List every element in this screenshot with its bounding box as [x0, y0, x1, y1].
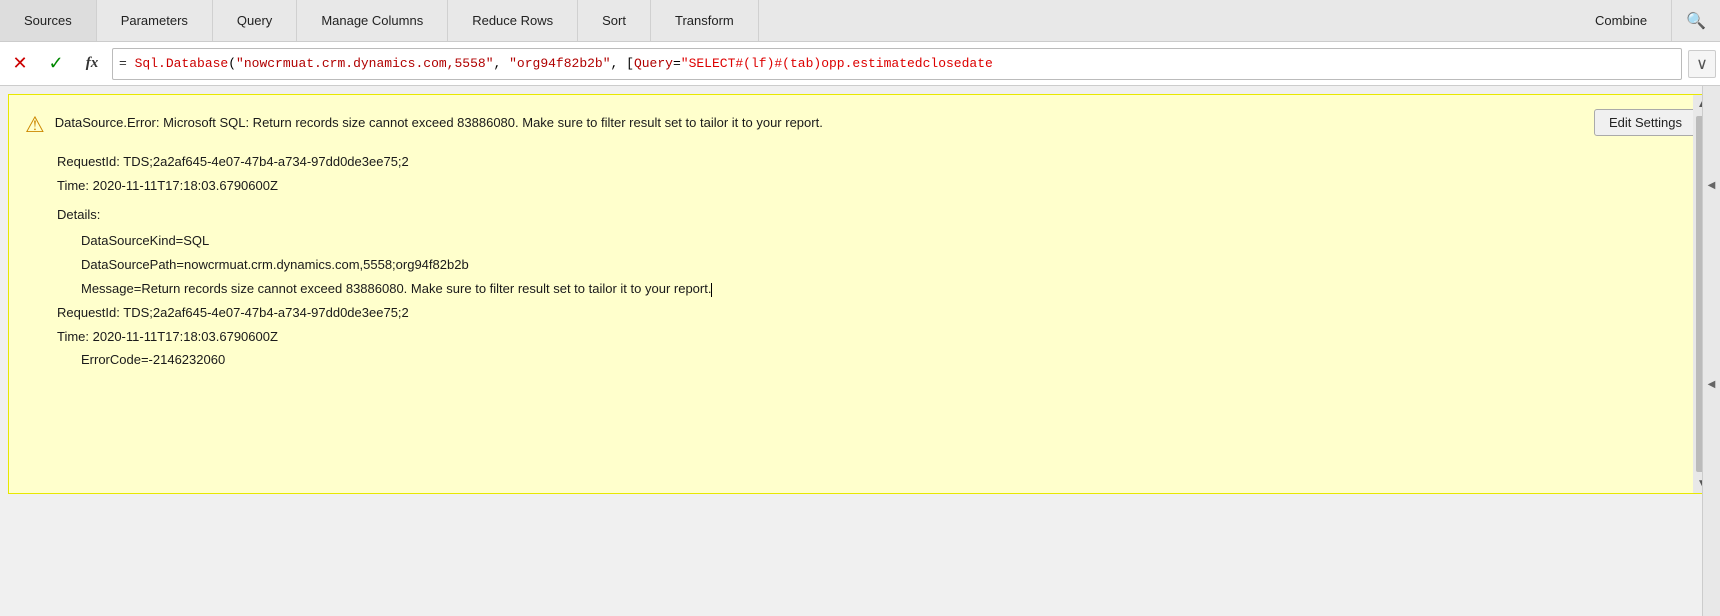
tab-sort[interactable]: Sort: [578, 0, 651, 41]
tab-transform-label: Transform: [675, 13, 734, 28]
error-message: Message=Return records size cannot excee…: [81, 279, 1691, 300]
error-title: DataSource.Error: Microsoft SQL: Return …: [55, 113, 823, 133]
expand-icon: ∨: [1696, 54, 1708, 74]
side-panel-arrows: ◀ ◀: [1702, 86, 1720, 616]
tab-query-label: Query: [237, 13, 272, 28]
tab-combine-label: Combine: [1595, 13, 1647, 28]
tab-reduce-rows[interactable]: Reduce Rows: [448, 0, 578, 41]
tab-sources-label: Sources: [24, 13, 72, 28]
edit-settings-label: Edit Settings: [1609, 115, 1682, 130]
formula-bar: ✕ ✓ fx = Sql.Database("nowcrmuat.crm.dyn…: [0, 42, 1720, 86]
error-header: ⚠ DataSource.Error: Microsoft SQL: Retur…: [25, 113, 1691, 136]
error-datasource-path: DataSourcePath=nowcrmuat.crm.dynamics.co…: [81, 255, 1691, 276]
tab-sort-label: Sort: [602, 13, 626, 28]
error-request-id-1: RequestId: TDS;2a2af645-4e07-47b4-a734-9…: [57, 152, 1691, 173]
error-request-id-2: RequestId: TDS;2a2af645-4e07-47b4-a734-9…: [57, 303, 1691, 324]
main-content: Edit Settings ⚠ DataSource.Error: Micros…: [0, 86, 1720, 616]
ribbon-tabs: Sources Parameters Query Manage Columns …: [0, 0, 1720, 42]
tab-parameters-label: Parameters: [121, 13, 188, 28]
error-details: RequestId: TDS;2a2af645-4e07-47b4-a734-9…: [57, 152, 1691, 374]
fx-button[interactable]: fx: [76, 48, 108, 80]
tab-transform[interactable]: Transform: [651, 0, 759, 41]
collapse-down-arrow[interactable]: ◀: [1706, 375, 1718, 394]
text-cursor: [711, 283, 712, 297]
tab-manage-columns[interactable]: Manage Columns: [297, 0, 448, 41]
formula-input-wrap[interactable]: = Sql.Database("nowcrmuat.crm.dynamics.c…: [112, 48, 1682, 80]
tab-reduce-rows-label: Reduce Rows: [472, 13, 553, 28]
error-code: ErrorCode=-2146232060: [81, 350, 1691, 371]
tab-query[interactable]: Query: [213, 0, 297, 41]
search-button[interactable]: 🔍: [1672, 0, 1720, 41]
formula-prefix: = Sql.Database("nowcrmuat.crm.dynamics.c…: [119, 56, 993, 71]
error-datasource-kind: DataSourceKind=SQL: [81, 231, 1691, 252]
error-details-label: Details:: [57, 205, 1691, 226]
cancel-button[interactable]: ✕: [4, 48, 36, 80]
warning-icon: ⚠: [25, 114, 45, 136]
tab-sources[interactable]: Sources: [0, 0, 97, 41]
tab-parameters[interactable]: Parameters: [97, 0, 213, 41]
fx-label: fx: [86, 55, 99, 72]
error-panel: Edit Settings ⚠ DataSource.Error: Micros…: [8, 94, 1712, 494]
formula-expand-button[interactable]: ∨: [1688, 50, 1716, 78]
tab-manage-columns-label: Manage Columns: [321, 13, 423, 28]
error-time-2: Time: 2020-11-11T17:18:03.6790600Z: [57, 327, 1691, 348]
search-icon: 🔍: [1686, 11, 1706, 31]
ribbon-spacer: [759, 0, 1571, 41]
collapse-up-arrow[interactable]: ◀: [1706, 176, 1718, 195]
tab-combine[interactable]: Combine: [1571, 0, 1672, 41]
edit-settings-button[interactable]: Edit Settings: [1594, 109, 1697, 136]
error-time-1: Time: 2020-11-11T17:18:03.6790600Z: [57, 176, 1691, 197]
confirm-button[interactable]: ✓: [40, 48, 72, 80]
